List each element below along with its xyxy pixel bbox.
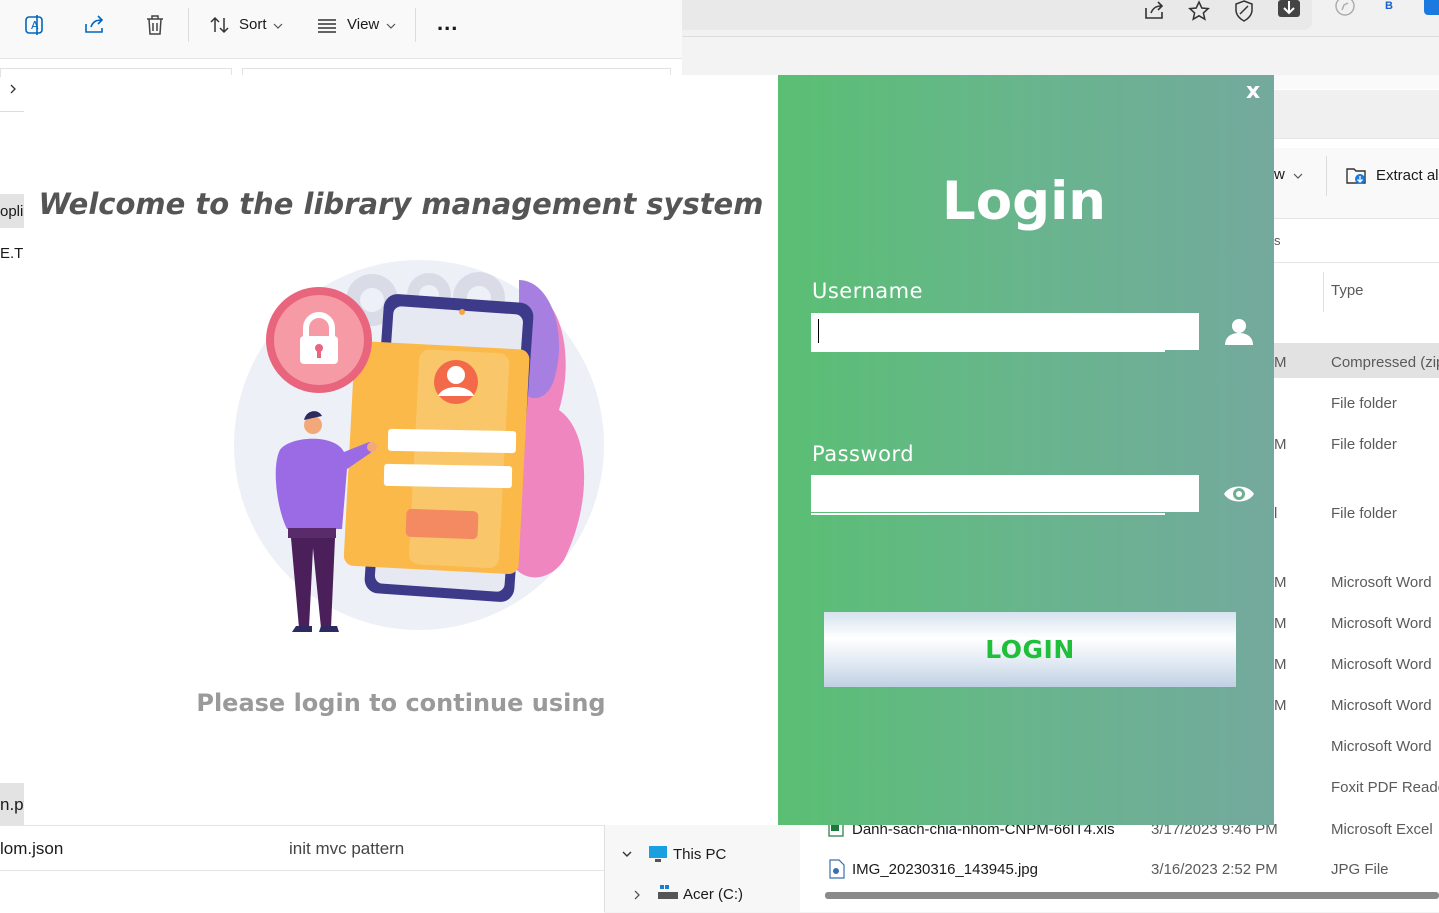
text-caret xyxy=(818,319,819,343)
extract-all-button[interactable]: Extract all xyxy=(1376,167,1439,184)
search-fragment: s xyxy=(1274,233,1281,248)
image-file-icon xyxy=(829,859,845,879)
file-type: Microsoft Word xyxy=(1331,574,1432,591)
file-type: File folder xyxy=(1331,395,1397,412)
column-separator xyxy=(1323,272,1324,312)
rename-icon[interactable]: A xyxy=(22,12,48,38)
file-type: Microsoft Word xyxy=(1331,697,1432,714)
extract-icon[interactable] xyxy=(1345,164,1367,186)
file-type: File folder xyxy=(1331,505,1397,522)
view-icon[interactable] xyxy=(314,12,340,38)
view-button-fragment[interactable]: w xyxy=(1274,166,1285,183)
toolbar-separator xyxy=(188,8,189,42)
search-box-right xyxy=(1274,220,1439,263)
nav-item-this-pc[interactable]: This PC xyxy=(673,846,726,863)
date-fragment: M xyxy=(1274,574,1287,591)
login-prompt: Please login to continue using xyxy=(196,689,606,717)
explorer-toolbar: A Sort View ... xyxy=(0,0,682,59)
favorite-star-icon[interactable] xyxy=(1188,0,1210,22)
computer-icon xyxy=(649,846,667,862)
date-fragment: M xyxy=(1274,354,1287,371)
chevron-right-icon[interactable] xyxy=(632,889,642,901)
compass-icon[interactable] xyxy=(1334,0,1356,22)
file-date: 3/16/2023 2:52 PM xyxy=(1151,861,1278,878)
navigation-pane: This PC Acer (C:) xyxy=(604,825,801,912)
file-type: Foxit PDF Reade xyxy=(1331,779,1439,796)
username-field[interactable] xyxy=(811,313,1199,350)
password-underline xyxy=(811,513,1165,515)
profile-avatar[interactable]: B xyxy=(1385,0,1393,12)
username-label: Username xyxy=(812,279,924,303)
file-name[interactable]: IMG_20230316_143945.jpg xyxy=(852,861,1038,878)
share-page-icon[interactable] xyxy=(1143,0,1165,22)
delete-icon[interactable] xyxy=(142,12,168,38)
horizontal-scrollbar[interactable] xyxy=(825,892,1439,899)
login-panel: x Login Username Password LOGIN xyxy=(778,75,1274,825)
view-button[interactable]: View xyxy=(347,16,379,33)
extension-icon[interactable] xyxy=(1424,0,1439,15)
password-label: Password xyxy=(812,442,915,466)
file-type: Microsoft Word xyxy=(1331,656,1432,673)
file-type: Compressed (zip xyxy=(1331,354,1439,371)
file-type: Microsoft Excel xyxy=(1331,821,1433,838)
password-field[interactable] xyxy=(811,475,1199,512)
chevron-down-icon[interactable] xyxy=(621,849,633,859)
toolbar-separator xyxy=(415,8,416,42)
date-fragment: M xyxy=(1274,436,1287,453)
drive-icon xyxy=(658,885,678,899)
close-button[interactable]: x xyxy=(1246,79,1260,104)
date-fragment: M xyxy=(1274,615,1287,632)
toolbar-separator xyxy=(1326,156,1327,196)
welcome-panel: Welcome to the library management system xyxy=(24,75,778,825)
column-header-type[interactable]: Type xyxy=(1331,282,1364,299)
file-name-fragment[interactable]: lom.json xyxy=(0,839,63,859)
file-type: Microsoft Word xyxy=(1331,615,1432,632)
commit-message: init mvc pattern xyxy=(289,839,405,858)
chevron-down-icon xyxy=(1293,173,1303,179)
download-icon[interactable] xyxy=(1278,0,1300,22)
date-fragment: M xyxy=(1274,656,1287,673)
file-type: File folder xyxy=(1331,436,1397,453)
login-illustration xyxy=(234,260,604,632)
browser-address-bar[interactable] xyxy=(682,0,1312,30)
file-type: JPG File xyxy=(1331,861,1389,878)
login-title: Login xyxy=(941,171,1107,232)
window-edge xyxy=(1274,75,1439,89)
file-name-fragment: opli xyxy=(0,203,24,220)
more-options-button[interactable]: ... xyxy=(437,10,458,36)
date-fragment: l xyxy=(1274,505,1278,522)
date-fragment: M xyxy=(1274,697,1287,714)
share-icon[interactable] xyxy=(82,12,108,38)
nav-item-drive[interactable]: Acer (C:) xyxy=(683,886,743,903)
file-type: Microsoft Word xyxy=(1331,738,1432,755)
divider xyxy=(0,870,604,871)
chevron-right-icon[interactable] xyxy=(8,82,18,96)
username-underline xyxy=(811,350,1165,352)
chevron-down-icon xyxy=(273,23,283,29)
shield-icon[interactable] xyxy=(1233,0,1255,22)
divider xyxy=(0,111,24,112)
welcome-heading: Welcome to the library management system xyxy=(38,187,764,221)
eye-icon[interactable] xyxy=(1222,477,1256,511)
sort-button[interactable]: Sort xyxy=(239,16,267,33)
login-button[interactable]: LOGIN xyxy=(824,612,1236,687)
sort-icon[interactable] xyxy=(207,12,233,38)
explorer-title-bar xyxy=(1274,90,1439,139)
user-icon xyxy=(1225,319,1253,345)
chevron-down-icon xyxy=(386,23,396,29)
